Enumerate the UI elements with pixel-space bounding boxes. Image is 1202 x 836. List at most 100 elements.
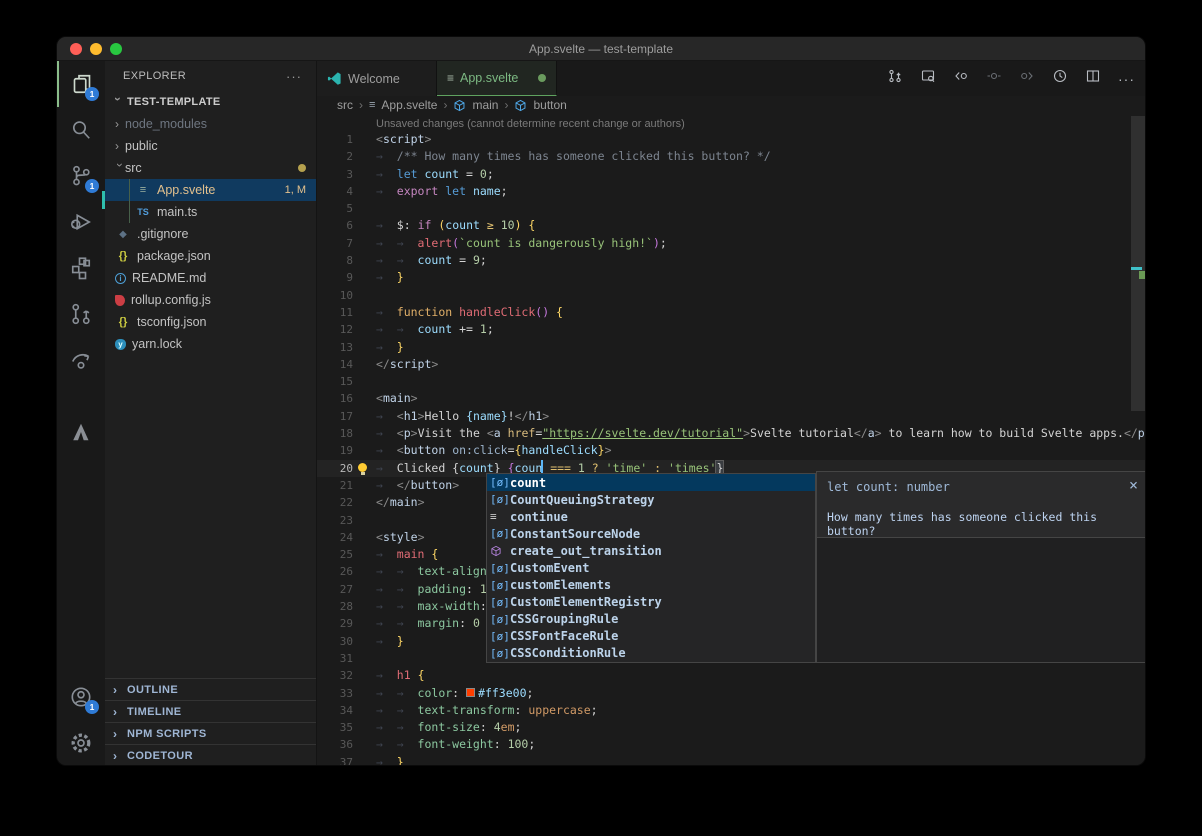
activity-live-share[interactable] — [57, 337, 105, 383]
code-text: → → count += 1; — [376, 321, 494, 338]
line-number: 22 — [317, 494, 353, 511]
code-line-14[interactable]: 14</script> — [317, 356, 1145, 373]
code-line-12[interactable]: 12→ → count += 1; — [317, 321, 1145, 338]
breadcrumb-src[interactable]: src — [337, 98, 353, 112]
code-line-35[interactable]: 35→ → font-size: 4em; — [317, 719, 1145, 736]
code-line-32[interactable]: 32→ h1 { — [317, 667, 1145, 684]
activity-github-pr[interactable] — [57, 291, 105, 337]
close-window-button[interactable] — [70, 43, 82, 55]
code-line-34[interactable]: 34→ → text-transform: uppercase; — [317, 702, 1145, 719]
previous-change-icon[interactable] — [953, 68, 969, 89]
file-tree-item-yarn.lock[interactable]: yyarn.lock — [105, 333, 316, 355]
line-number: 36 — [317, 736, 353, 753]
file-tree-item-src[interactable]: ›src — [105, 157, 316, 179]
file-tree-item-node_modules[interactable]: ›node_modules — [105, 113, 316, 135]
run-timeline-icon[interactable] — [1052, 68, 1068, 89]
open-preview-icon[interactable] — [920, 68, 936, 89]
line-number: 33 — [317, 685, 353, 702]
suggest-item-label: count — [510, 476, 546, 490]
code-line-6[interactable]: 6→ $: if (count ≥ 10) { — [317, 217, 1145, 234]
file-tree-item-main.ts[interactable]: TSmain.ts — [105, 201, 316, 223]
suggest-item-CSSConditionRule[interactable]: [ø]CSSConditionRule — [487, 645, 815, 662]
code-line-11[interactable]: 11→ function handleClick() { — [317, 304, 1145, 321]
code-line-19[interactable]: 19→ <button on:click={handleClick}> — [317, 442, 1145, 459]
code-line-7[interactable]: 7→ → alert(`count is dangerously high!`)… — [317, 235, 1145, 252]
sidebar-more-actions[interactable]: ··· — [286, 69, 302, 84]
code-line-18[interactable]: 18→ <p>Visit the <a href="https://svelte… — [317, 425, 1145, 442]
tab-welcome[interactable]: Welcome — [317, 61, 437, 96]
panel-npm-scripts[interactable]: ›NPM SCRIPTS — [105, 722, 316, 744]
panel-timeline[interactable]: ›TIMELINE — [105, 700, 316, 722]
file-icon-rollup — [115, 295, 125, 306]
breadcrumb-main[interactable]: main — [472, 98, 498, 112]
file-tree-item-.gitignore[interactable]: ◆.gitignore — [105, 223, 316, 245]
azure-icon — [69, 420, 93, 444]
suggest-item-continue[interactable]: ≡continue — [487, 508, 815, 525]
tab-app-svelte[interactable]: ≡ App.svelte — [437, 61, 557, 96]
activity-accounts[interactable]: 1 — [57, 674, 105, 720]
file-tree-item-App.svelte[interactable]: ≡App.svelte1, M — [105, 179, 316, 201]
suggest-item-CSSGroupingRule[interactable]: [ø]CSSGroupingRule — [487, 611, 815, 628]
gitlens-compare-icon[interactable] — [887, 68, 903, 89]
suggest-item-customElements[interactable]: [ø]customElements — [487, 577, 815, 594]
workspace-root[interactable]: › TEST-TEMPLATE — [105, 91, 316, 113]
next-change-icon[interactable] — [1019, 68, 1035, 89]
code-line-37[interactable]: 37→ } — [317, 754, 1145, 766]
suggest-item-CSSFontFaceRule[interactable]: [ø]CSSFontFaceRule — [487, 628, 815, 645]
minimize-window-button[interactable] — [90, 43, 102, 55]
suggest-item-count[interactable]: [ø]count — [487, 474, 815, 491]
activity-explorer[interactable]: 1 — [57, 61, 105, 107]
code-line-16[interactable]: 16<main> — [317, 390, 1145, 407]
scrollbar-thumb[interactable] — [1131, 116, 1145, 411]
activity-run-debug[interactable] — [57, 199, 105, 245]
panel-codetour[interactable]: ›CODETOUR — [105, 744, 316, 766]
code-editor[interactable]: Unsaved changes (cannot determine recent… — [317, 114, 1145, 766]
title-bar[interactable]: App.svelte — test-template — [57, 37, 1145, 61]
lightbulb-icon[interactable] — [358, 463, 367, 472]
code-line-5[interactable]: 5 — [317, 200, 1145, 217]
suggest-item-CustomElementRegistry[interactable]: [ø]CustomElementRegistry — [487, 594, 815, 611]
code-line-1[interactable]: 1<script> — [317, 131, 1145, 148]
code-line-9[interactable]: 9→ } — [317, 269, 1145, 286]
code-line-13[interactable]: 13→ } — [317, 339, 1145, 356]
file-tree-item-package.json[interactable]: {}package.json — [105, 245, 316, 267]
code-line-4[interactable]: 4→ export let name; — [317, 183, 1145, 200]
activity-search[interactable] — [57, 107, 105, 153]
file-tree-item-README.md[interactable]: iREADME.md — [105, 267, 316, 289]
suggest-item-create_out_transition[interactable]: create_out_transition — [487, 542, 815, 559]
suggest-item-CountQueuingStrategy[interactable]: [ø]CountQueuingStrategy — [487, 491, 815, 508]
code-line-3[interactable]: 3→ let count = 0; — [317, 166, 1145, 183]
code-text: → let count = 0; — [376, 166, 494, 183]
code-line-10[interactable]: 10 — [317, 287, 1145, 304]
panel-outline[interactable]: ›OUTLINE — [105, 678, 316, 700]
change-marker-icon[interactable] — [986, 68, 1002, 89]
zoom-window-button[interactable] — [110, 43, 122, 55]
suggest-item-ConstantSourceNode[interactable]: [ø]ConstantSourceNode — [487, 525, 815, 542]
file-tree-item-rollup.config.js[interactable]: rollup.config.js — [105, 289, 316, 311]
explorer-badge: 1 — [85, 87, 99, 101]
activity-azure[interactable] — [57, 409, 105, 455]
code-line-2[interactable]: 2→ /** How many times has someone clicke… — [317, 148, 1145, 165]
file-tree-item-public[interactable]: ›public — [105, 135, 316, 157]
code-line-15[interactable]: 15 — [317, 373, 1145, 390]
symbol-variable-icon: [ø] — [490, 579, 510, 592]
code-text: → → color: #ff3e00; — [376, 685, 533, 702]
split-editor-icon[interactable] — [1085, 68, 1101, 89]
suggest-item-CustomEvent[interactable]: [ø]CustomEvent — [487, 559, 815, 576]
breadcrumb-app-svelte[interactable]: App.svelte — [381, 98, 437, 112]
suggest-docs-signature: let count: number — [827, 480, 1136, 494]
code-line-8[interactable]: 8→ → count = 9; — [317, 252, 1145, 269]
modified-dot-icon[interactable] — [538, 74, 546, 82]
code-line-33[interactable]: 33 → → color: #ff3e00; — [317, 685, 1145, 702]
color-swatch[interactable] — [466, 688, 475, 697]
activity-settings[interactable] — [57, 720, 105, 766]
close-icon[interactable]: × — [1129, 476, 1138, 494]
code-line-36[interactable]: 36→ → font-weight: 100; — [317, 736, 1145, 753]
activity-extensions[interactable] — [57, 245, 105, 291]
activity-source-control[interactable]: 1 — [57, 153, 105, 199]
breadcrumb-button[interactable]: button — [533, 98, 566, 112]
editor-more-actions-icon[interactable]: ··· — [1118, 71, 1135, 87]
code-line-17[interactable]: 17→ <h1>Hello {name}!</h1> — [317, 408, 1145, 425]
file-tree-item-tsconfig.json[interactable]: {}tsconfig.json — [105, 311, 316, 333]
editor-scrollbar[interactable] — [1131, 114, 1145, 766]
